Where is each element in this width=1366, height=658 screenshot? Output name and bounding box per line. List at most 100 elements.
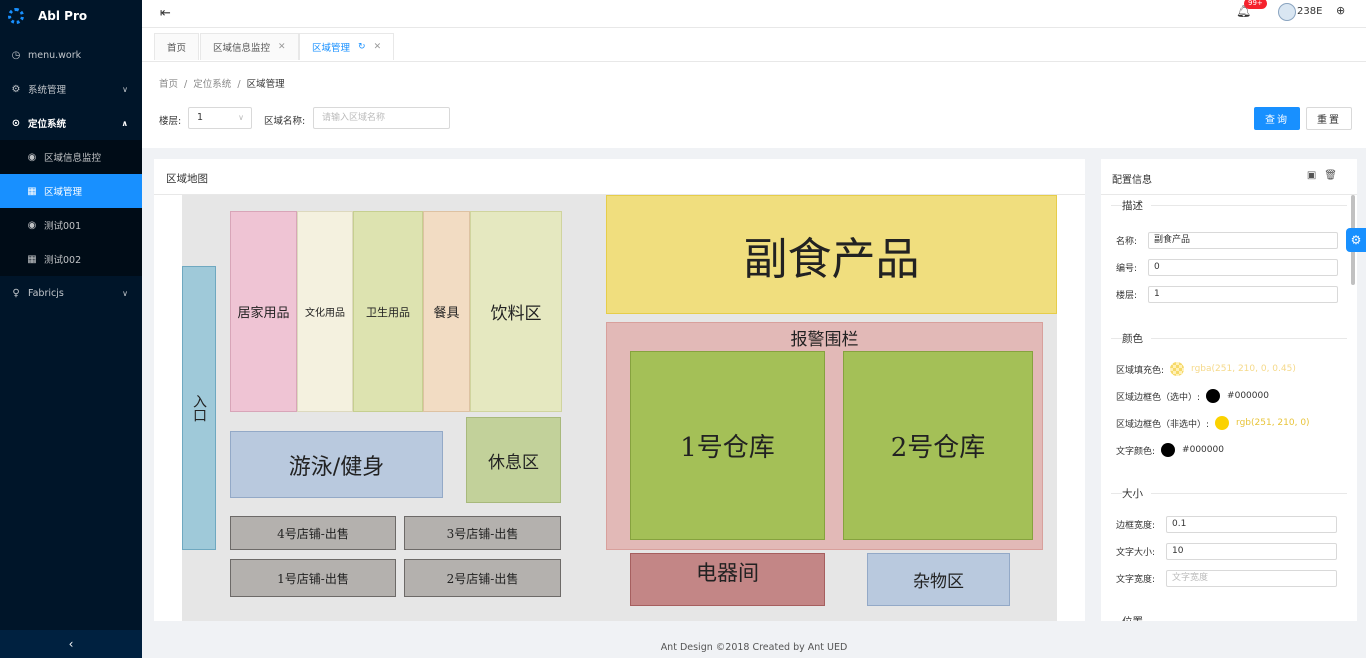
border-selected-value: #000000 (1227, 391, 1269, 401)
row-text-color: 文字颜色: #000000 (1116, 441, 1224, 459)
tab-home[interactable]: 首页 (154, 33, 200, 60)
reset-button[interactable]: 重置 (1306, 107, 1352, 130)
fill-color-swatch[interactable] (1170, 362, 1185, 376)
border-width-field[interactable]: 0.1 (1166, 515, 1337, 533)
zone-shop-1[interactable]: 1号店铺-出售 (230, 559, 396, 597)
zone-misc[interactable]: 杂物区 (867, 553, 1010, 606)
zone-shop-4[interactable]: 4号店铺-出售 (230, 516, 396, 550)
sidebar-item-label: 区域信息监控 (44, 153, 102, 164)
bulb-icon: ♀ (12, 287, 20, 299)
reload-icon[interactable]: ↻ (358, 42, 366, 52)
submenu-positioning: ◉ 区域信息监控 ▦ 区域管理 ◉ 测试001 ▦ 测试002 (0, 140, 142, 276)
fill-color-value: rgba(251, 210, 0, 0.45) (1191, 364, 1296, 374)
settings-drawer-button[interactable]: ⚙ (1346, 228, 1366, 252)
border-selected-swatch[interactable] (1206, 389, 1221, 403)
row-floor: 楼层: 1 (1116, 285, 1338, 303)
floor-field[interactable]: 1 (1148, 285, 1338, 303)
border-width-label: 边框宽度: (1116, 520, 1156, 531)
page-tabs: 首页 区域信息监控 ✕ 区域管理 ↻ ✕ (142, 28, 1366, 62)
row-name: 名称: 副食产品 (1116, 231, 1338, 249)
sidebar-item-area-manage[interactable]: ▦ 区域管理 (0, 174, 142, 208)
zone-culture-goods[interactable]: 文化用品 (297, 211, 353, 412)
zone-drinks[interactable]: 饮料区 (470, 211, 562, 412)
sidebar-item-label: menu.work (28, 49, 82, 61)
user-name[interactable]: 238E (1297, 6, 1322, 17)
close-icon[interactable]: ✕ (374, 42, 382, 52)
border-selected-label: 区域边框色（选中）: (1116, 392, 1201, 403)
area-name-label: 区域名称: (264, 116, 306, 127)
sidebar-item-fabricjs[interactable]: ♀ Fabricjs ∨ (0, 276, 142, 310)
eye-icon: ◉ (27, 151, 37, 163)
tab-area-manage[interactable]: 区域管理 ↻ ✕ (299, 33, 395, 60)
sidebar-item-menu-work[interactable]: ◷ menu.work (0, 38, 142, 72)
zone-home-goods[interactable]: 居家用品 (230, 211, 297, 412)
breadcrumb-parent[interactable]: 定位系统 (193, 79, 231, 90)
map-canvas[interactable]: 入口 居家用品 文化用品 卫生用品 餐具 饮料区 游泳/健身 休息区 4号店铺-… (182, 195, 1057, 621)
row-border-selected: 区域边框色（选中）: #000000 (1116, 387, 1269, 405)
sidebar-item-test001[interactable]: ◉ 测试001 (0, 208, 142, 242)
zone-swim-fitness[interactable]: 游泳/健身 (230, 431, 443, 498)
section-label: 颜色 (1122, 331, 1151, 346)
section-color: 颜色 (1101, 331, 1357, 346)
tab-area-monitor[interactable]: 区域信息监控 ✕ (200, 33, 299, 60)
zone-hygiene-goods[interactable]: 卫生用品 (353, 211, 423, 412)
tab-label: 区域信息监控 (213, 43, 271, 54)
font-size-field[interactable]: 10 (1166, 542, 1337, 560)
row-fill-color: 区域填充色: rgba(251, 210, 0, 0.45) (1116, 360, 1296, 378)
sidebar: Abl Pro ◷ menu.work ⚙ 系统管理 ∨ ⊙ 定位系统 ∧ ◉ … (0, 0, 142, 658)
font-size-label: 文字大小: (1116, 547, 1156, 558)
code-field[interactable]: 0 (1148, 258, 1338, 276)
chevron-down-icon: ∨ (122, 84, 128, 94)
chevron-left-icon: ‹ (68, 637, 74, 651)
table-icon: ▦ (27, 253, 37, 265)
sidebar-item-system[interactable]: ⚙ 系统管理 ∨ (0, 72, 142, 106)
zone-electrical[interactable]: 电器间 (630, 553, 825, 606)
zone-rest[interactable]: 休息区 (466, 417, 561, 503)
map-card-title: 区域地图 (166, 173, 208, 185)
floor-label: 楼层: (159, 116, 182, 127)
code-label: 编号: (1116, 263, 1138, 274)
menu-fold-icon[interactable]: ⇤ (160, 6, 171, 21)
config-panel-actions: ▣🗑︎ (1307, 170, 1345, 181)
area-name-input[interactable]: 请输入区域名称 (313, 107, 450, 129)
section-size: 大小 (1101, 486, 1357, 501)
sidebar-item-positioning[interactable]: ⊙ 定位系统 ∧ (0, 106, 142, 140)
sidebar-item-label: 测试001 (44, 221, 82, 232)
app-logo[interactable]: Abl Pro (0, 0, 142, 32)
breadcrumb-home[interactable]: 首页 (159, 79, 178, 90)
border-unselected-value: rgb(251, 210, 0) (1236, 418, 1310, 428)
zone-tableware[interactable]: 餐具 (423, 211, 470, 412)
floor-label: 楼层: (1116, 290, 1138, 301)
delete-icon[interactable]: 🗑︎ (1324, 170, 1345, 181)
text-width-field[interactable]: 文字宽度 (1166, 569, 1337, 587)
app-title: Abl Pro (38, 9, 88, 23)
config-panel-title: 配置信息 (1112, 175, 1152, 186)
sidebar-item-label: 系统管理 (28, 85, 67, 96)
zone-food-products[interactable]: 副食产品 (606, 195, 1057, 314)
zone-shop-3[interactable]: 3号店铺-出售 (404, 516, 561, 550)
divider (1101, 194, 1357, 195)
sidebar-item-label: 定位系统 (28, 119, 67, 130)
fill-color-label: 区域填充色: (1116, 365, 1165, 376)
row-text-width: 文字宽度: 文字宽度 (1116, 569, 1337, 587)
zone-shop-2[interactable]: 2号店铺-出售 (404, 559, 561, 597)
save-icon[interactable]: ▣ (1307, 170, 1324, 181)
zone-warehouse-1[interactable]: 1号仓库 (630, 351, 825, 540)
floor-select[interactable]: 1 ∨ (188, 107, 252, 129)
avatar[interactable] (1278, 3, 1296, 21)
name-field[interactable]: 副食产品 (1148, 231, 1338, 249)
zone-entrance[interactable]: 入口 (182, 266, 216, 550)
section-label: 描述 (1122, 198, 1151, 213)
sidebar-item-area-monitor[interactable]: ◉ 区域信息监控 (0, 140, 142, 174)
text-color-swatch[interactable] (1161, 443, 1176, 457)
close-icon[interactable]: ✕ (278, 42, 286, 52)
map-card: 区域地图 入口 居家用品 文化用品 卫生用品 餐具 饮料区 游泳/健身 休息区 … (154, 159, 1085, 621)
sidebar-item-test002[interactable]: ▦ 测试002 (0, 242, 142, 276)
row-code: 编号: 0 (1116, 258, 1338, 276)
sidebar-item-label: Fabricjs (28, 287, 64, 299)
border-unselected-swatch[interactable] (1215, 416, 1230, 430)
zone-warehouse-2[interactable]: 2号仓库 (843, 351, 1033, 540)
query-button[interactable]: 查询 (1254, 107, 1300, 130)
globe-icon[interactable]: ⊕ (1336, 4, 1345, 17)
collapse-sidebar-button[interactable]: ‹ (0, 630, 142, 658)
